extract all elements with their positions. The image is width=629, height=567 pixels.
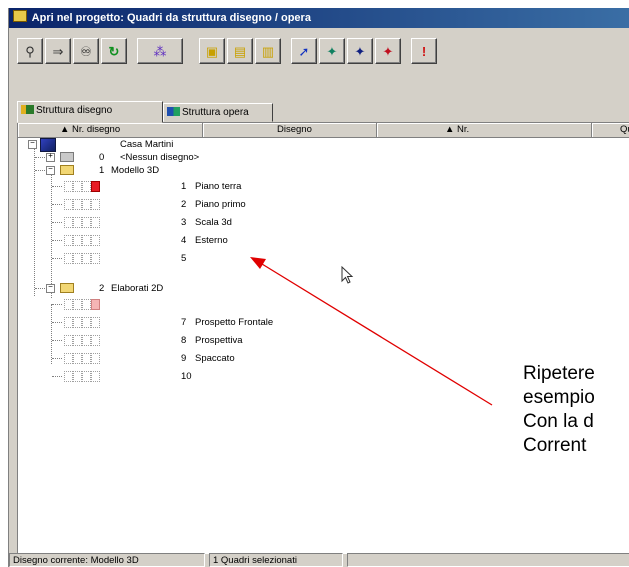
annotation-text: Ripetere esempio Con la d Corrent: [523, 362, 629, 458]
tab-label: Struttura disegno: [36, 105, 113, 116]
annotation-line: Corrent: [523, 435, 587, 456]
tab-struttura-disegno[interactable]: Struttura disegno: [17, 101, 163, 123]
tree-structure-icon: [21, 105, 34, 114]
annotation-line: Con la d: [523, 411, 594, 432]
annotation-line: Ripetere: [523, 363, 595, 384]
annotation-arrow-line: [261, 263, 493, 406]
annotation-line: esempio: [523, 387, 595, 408]
annotation-arrow-layer: [250, 257, 493, 406]
annotation-arrowhead-icon: [250, 257, 266, 269]
